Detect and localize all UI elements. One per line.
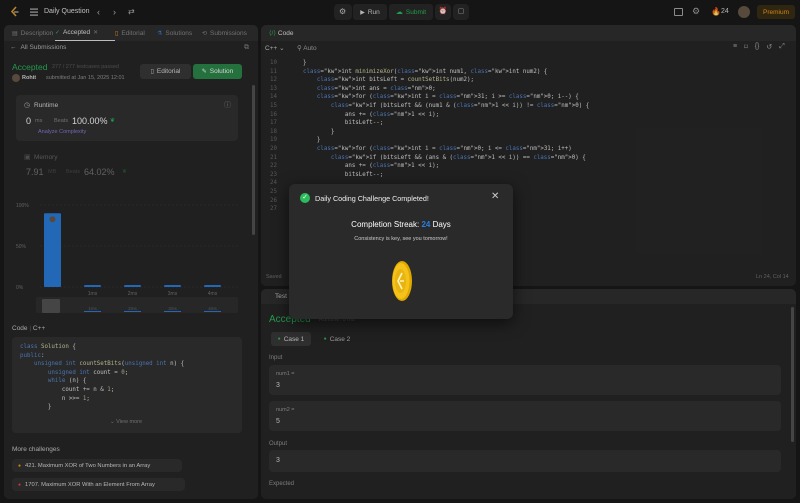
challenge-completed-modal: ✓ Daily Coding Challenge Completed! ✕ Co… <box>289 184 513 319</box>
streak-unit: Days <box>432 220 451 229</box>
streak-value: 24 <box>421 220 431 229</box>
streak-label: Completion Streak: <box>351 220 420 229</box>
streak-line: Completion Streak: 24 Days <box>289 220 513 229</box>
gold-coin-icon <box>391 259 413 305</box>
check-circle-icon: ✓ <box>300 193 310 203</box>
modal-title: Daily Coding Challenge Completed! <box>315 194 429 203</box>
modal-subtitle: Consistency is key, see you tomorrow! <box>354 236 448 242</box>
close-icon[interactable]: ✕ <box>491 191 499 202</box>
